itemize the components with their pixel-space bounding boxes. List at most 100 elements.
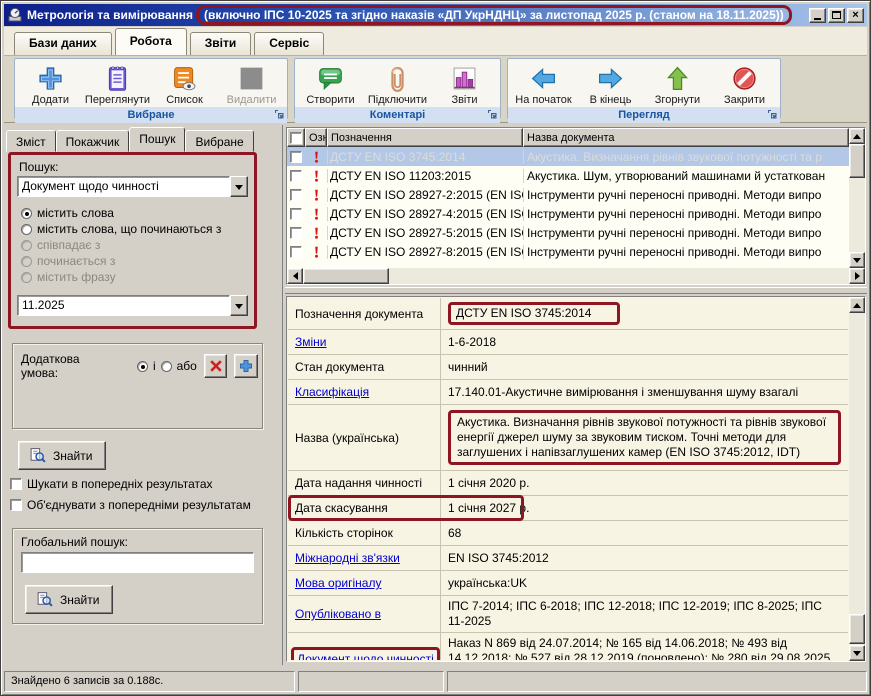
status-exclamation-icon: [305, 188, 327, 202]
collapse-button[interactable]: Згорнути: [644, 61, 711, 106]
status-exclamation-icon: [305, 169, 327, 183]
result-option: Об'єднувати з попередніми результатам: [10, 498, 281, 512]
detail-row: Дата надання чинності1 січня 2020 р.: [288, 471, 848, 496]
dialog-launcher-icon[interactable]: [767, 109, 778, 120]
list-header: ОзнПозначенняНазва документа: [287, 128, 849, 147]
scroll-left-button[interactable]: [287, 268, 303, 284]
checkbox[interactable]: [290, 151, 302, 163]
checkbox[interactable]: [290, 189, 302, 201]
scroll-up-button[interactable]: [849, 128, 865, 144]
vscroll-thumb[interactable]: [849, 614, 865, 644]
add-condition-button[interactable]: [234, 354, 258, 378]
sidebar-tab-search[interactable]: Пошук: [129, 127, 185, 152]
vscroll-thumb[interactable]: [849, 144, 865, 178]
column-header[interactable]: Назва документа: [523, 128, 849, 147]
dialog-launcher-icon[interactable]: [487, 109, 498, 120]
document-name-cell: Інструменти ручні переносні приводні. Ме…: [523, 226, 849, 240]
detail-label-link[interactable]: Міжнародні зв'язки: [295, 551, 400, 565]
sidebar-tab-favorites[interactable]: Вибране: [185, 130, 253, 152]
chart-icon: [450, 63, 479, 93]
detail-rows: Позначення документаДСТУ EN ISO 3745:201…: [288, 298, 848, 660]
dropdown-button[interactable]: [230, 295, 248, 316]
radio-or[interactable]: [161, 361, 172, 372]
designation-cell: ДСТУ EN ISO 28927-2:2015 (EN ISO 289: [327, 188, 523, 202]
attach-button[interactable]: Підключити: [364, 61, 431, 106]
to-end-button[interactable]: В кінець: [577, 61, 644, 106]
scroll-right-button[interactable]: [849, 268, 865, 284]
detail-label: Класифікація: [288, 382, 440, 402]
table-row[interactable]: ДСТУ EN ISO 28927-5:2015 (EN ISO 289Інст…: [287, 223, 849, 242]
detail-label: Дата скасування: [288, 498, 440, 518]
radio-and[interactable]: [137, 361, 148, 372]
select-all-header[interactable]: [287, 128, 305, 147]
reports-button[interactable]: Звіти: [431, 61, 498, 106]
detail-value: 1 січня 2027 р.: [440, 496, 848, 520]
pane-splitter[interactable]: [285, 287, 867, 294]
checkbox-label: Шукати в попередніх результатах: [27, 477, 213, 491]
detail-label: Кількість сторінок: [288, 523, 440, 543]
match-option: містить слова, що починаються з: [21, 221, 248, 237]
global-search-input[interactable]: [21, 552, 254, 573]
checkbox[interactable]: [10, 478, 22, 490]
detail-label: Стан документа: [288, 357, 440, 377]
detail-label-link[interactable]: Опубліковано в: [295, 607, 381, 621]
checkbox[interactable]: [290, 246, 302, 258]
scroll-down-button[interactable]: [849, 645, 865, 661]
view-button[interactable]: Переглянути: [84, 61, 151, 106]
tab-databases[interactable]: Бази даних: [14, 32, 112, 55]
global-find-button[interactable]: Знайти: [25, 585, 113, 614]
blank-icon: [237, 63, 266, 93]
search-field-value[interactable]: Документ щодо чинності: [17, 176, 230, 197]
designation-cell: ДСТУ EN ISO 28927-4:2015 (EN ISO 289: [327, 207, 523, 221]
checkbox[interactable]: [290, 227, 302, 239]
document-name-cell: Акустика. Визначання рівнів звукової пот…: [523, 150, 849, 164]
scroll-down-button[interactable]: [849, 252, 865, 268]
checkbox[interactable]: [290, 208, 302, 220]
period-combobox[interactable]: 11.2025: [17, 295, 248, 316]
maximize-button[interactable]: [828, 8, 845, 23]
arrow-right-icon: [855, 272, 864, 280]
table-row[interactable]: ДСТУ EN ISO 3745:2014Акустика. Визначанн…: [287, 147, 849, 166]
dialog-launcher-icon[interactable]: [274, 109, 285, 120]
detail-value: українська:UK: [440, 571, 848, 595]
add-button[interactable]: Додати: [17, 61, 84, 106]
minimize-button[interactable]: [809, 8, 826, 23]
column-header[interactable]: Озн: [305, 128, 327, 147]
search-doc-icon: [36, 591, 53, 608]
remove-condition-button[interactable]: [204, 354, 228, 378]
radio-button[interactable]: [21, 208, 32, 219]
sidebar: ЗмістПокажчикПошукВибране Пошук: Докумен…: [4, 125, 283, 665]
detail-label-link[interactable]: Мова оригіналу: [295, 576, 381, 590]
close-button[interactable]: ×: [847, 8, 864, 23]
table-row[interactable]: ДСТУ EN ISO 28927-2:2015 (EN ISO 289Інст…: [287, 185, 849, 204]
detail-value: 1-6-2018: [440, 330, 848, 354]
tab-work[interactable]: Робота: [115, 28, 187, 55]
to-start-button[interactable]: На початок: [510, 61, 577, 106]
detail-label-link[interactable]: Зміни: [295, 335, 327, 349]
checkbox[interactable]: [10, 499, 22, 511]
hscroll-thumb[interactable]: [303, 268, 389, 284]
close-button[interactable]: Закрити: [711, 61, 778, 106]
radio-button[interactable]: [21, 224, 32, 235]
comment-icon: [316, 63, 345, 93]
period-value[interactable]: 11.2025: [17, 295, 230, 316]
sidebar-tab-contents[interactable]: Зміст: [6, 130, 56, 152]
dropdown-button[interactable]: [230, 176, 248, 197]
create-comment-button[interactable]: Створити: [297, 61, 364, 106]
tab-service[interactable]: Сервіс: [254, 32, 324, 55]
sidebar-tab-index[interactable]: Покажчик: [56, 130, 130, 152]
column-header[interactable]: Позначення: [327, 128, 523, 147]
table-row[interactable]: ДСТУ EN ISO 28927-4:2015 (EN ISO 289Інст…: [287, 204, 849, 223]
checkbox[interactable]: [290, 132, 302, 144]
tab-reports[interactable]: Звіти: [190, 32, 251, 55]
detail-label-link[interactable]: Класифікація: [295, 385, 369, 399]
table-row[interactable]: ДСТУ EN ISO 11203:2015Акустика. Шум, утв…: [287, 166, 849, 185]
list-button[interactable]: Список: [151, 61, 218, 106]
scroll-up-button[interactable]: [849, 297, 865, 313]
detail-label-link[interactable]: Документ щодо чинності: [297, 652, 434, 661]
checkbox[interactable]: [290, 170, 302, 182]
find-button[interactable]: Знайти: [18, 441, 106, 470]
table-row[interactable]: ДСТУ EN ISO 28927-8:2015 (EN ISO 289Інст…: [287, 242, 849, 261]
detail-label: Документ щодо чинності: [288, 646, 440, 661]
search-field-combobox[interactable]: Документ щодо чинності: [17, 176, 248, 197]
